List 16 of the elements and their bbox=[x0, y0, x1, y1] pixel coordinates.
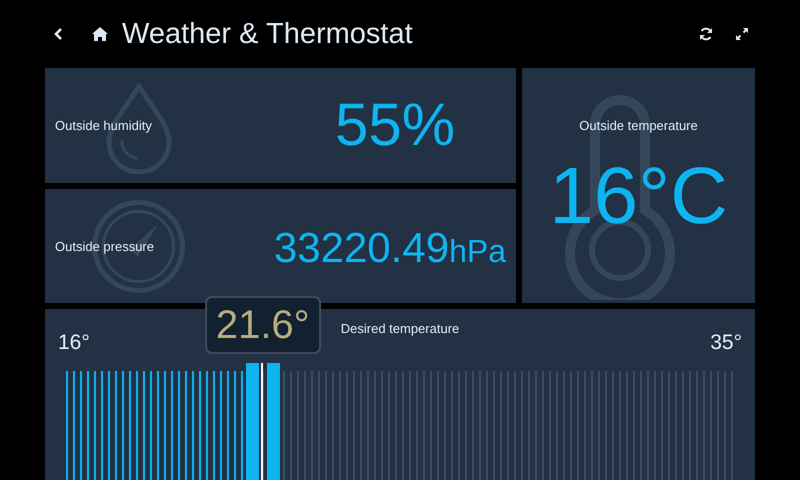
fullscreen-icon[interactable] bbox=[735, 27, 749, 41]
max-label: 35° bbox=[710, 331, 742, 355]
value-tooltip: 21.6° bbox=[204, 296, 321, 354]
tile-label: Outside pressure bbox=[55, 239, 154, 254]
page-title: Weather & Thermostat bbox=[122, 18, 414, 50]
home-icon[interactable] bbox=[92, 27, 108, 41]
unit-label: hPa bbox=[449, 233, 506, 269]
min-label: 16° bbox=[58, 331, 90, 355]
slider-label: Desired temperature bbox=[340, 321, 460, 336]
reading-value: 16°C bbox=[548, 156, 729, 236]
refresh-icon[interactable] bbox=[699, 27, 713, 41]
reading-value: 55% bbox=[335, 95, 456, 155]
tile-label: Outside temperature bbox=[578, 118, 699, 133]
tile-label: Outside humidity bbox=[55, 118, 152, 133]
slider-thumb[interactable] bbox=[246, 363, 280, 480]
reading-value: 33220.49hPa bbox=[274, 227, 506, 269]
